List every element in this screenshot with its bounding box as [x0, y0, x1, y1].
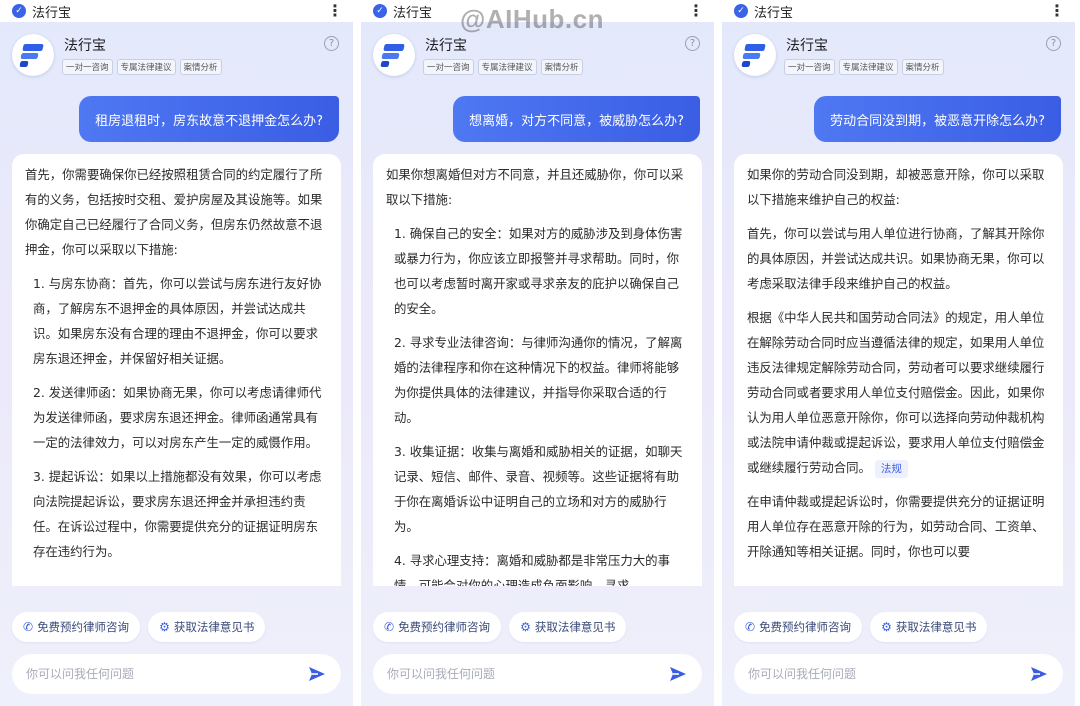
top-bar: ✓ 法行宝 ⋮ — [722, 0, 1075, 22]
legal-opinion-label: 获取法律意见书 — [895, 620, 977, 634]
more-menu-icon[interactable]: ⋮ — [327, 3, 343, 19]
message-input[interactable] — [387, 667, 668, 681]
top-bar-title: 法行宝 — [754, 5, 794, 21]
send-icon[interactable] — [307, 664, 327, 684]
feature-chips: 一对一咨询 专属法律建议 案情分析 — [423, 59, 583, 75]
feature-chips: 一对一咨询 专属法律建议 案情分析 — [784, 59, 944, 75]
legal-opinion-label: 获取法律意见书 — [534, 620, 616, 634]
user-question-bubble: 想离婚，对方不同意，被威胁怎么办? — [453, 96, 700, 142]
top-bar-title: 法行宝 — [393, 5, 433, 21]
legal-opinion-button[interactable]: ⚙ 获取法律意见书 — [870, 612, 988, 642]
app-name: 法行宝 — [425, 38, 467, 54]
document-gear-icon: ⚙ — [159, 620, 170, 634]
chat-area: 法行宝 一对一咨询 专属法律建议 案情分析 ? 想离婚，对方不同意，被威胁怎么办… — [361, 22, 714, 706]
chip-consult: 一对一咨询 — [62, 59, 113, 75]
more-menu-icon[interactable]: ⋮ — [688, 3, 704, 19]
shield-check-icon: ✓ — [373, 4, 387, 18]
chat-panel-2: ✓ 法行宝 ⋮ 法行宝 一对一咨询 专属法律建议 案情分析 ? 想离婚，对方不同… — [361, 0, 714, 706]
legal-opinion-button[interactable]: ⚙ 获取法律意见书 — [148, 612, 266, 642]
answer-paragraph: 2. 寻求专业法律咨询：与律师沟通你的情况，了解离婚的法律程序和你在这种情况下的… — [394, 335, 683, 425]
message-input[interactable] — [26, 667, 307, 681]
message-input-bar — [734, 654, 1063, 694]
chip-consult: 一对一咨询 — [784, 59, 835, 75]
answer-paragraph: 4. 寻求心理支持：离婚和威胁都是非常压力大的事情，可能会对你的心理造成负面影响… — [394, 553, 670, 586]
shield-check-icon: ✓ — [734, 4, 748, 18]
chat-area: 法行宝 一对一咨询 专属法律建议 案情分析 ? 租房退租时，房东故意不退押金怎么… — [0, 22, 353, 706]
top-bar: ✓ 法行宝 ⋮ — [0, 0, 353, 22]
answer-paragraph: 1. 与房东协商：首先，你可以尝试与房东进行友好协商，了解房东不退押金的具体原因… — [33, 276, 322, 366]
phone-icon: ✆ — [384, 620, 395, 634]
bot-header: 法行宝 一对一咨询 专属法律建议 案情分析 ? — [373, 32, 702, 80]
screenshot-collage: ✓ 法行宝 ⋮ 法行宝 一对一咨询 专属法律建议 案情分析 ? 租房退租时，房东… — [0, 0, 1080, 706]
phone-icon: ✆ — [23, 620, 34, 634]
phone-icon: ✆ — [745, 620, 756, 634]
answer-paragraph: 2. 发送律师函：如果协商无果，你可以考虑请律师代为发送律师函，要求房东退还押金… — [33, 385, 322, 450]
legal-opinion-label: 获取法律意见书 — [173, 620, 255, 634]
send-icon[interactable] — [1029, 664, 1049, 684]
answer-paragraph-with-tag: 根据《中华人民共和国劳动合同法》的规定，用人单位在解除劳动合同时应当遵循法律的规… — [747, 305, 1050, 480]
book-lawyer-button[interactable]: ✆ 免费预约律师咨询 — [734, 612, 863, 642]
user-question-bubble: 租房退租时，房东故意不退押金怎么办? — [79, 96, 339, 142]
quick-actions: ✆ 免费预约律师咨询 ⚙ 获取法律意见书 — [373, 612, 627, 642]
answer-paragraph: 首先，你可以尝试与用人单位进行协商，了解其开除你的具体原因，并尝试达成共识。如果… — [747, 226, 1045, 291]
book-lawyer-button[interactable]: ✆ 免费预约律师咨询 — [373, 612, 502, 642]
top-bar-title: 法行宝 — [32, 5, 72, 21]
feature-chips: 一对一咨询 专属法律建议 案情分析 — [62, 59, 222, 75]
book-lawyer-button[interactable]: ✆ 免费预约律师咨询 — [12, 612, 141, 642]
help-icon[interactable]: ? — [685, 36, 700, 51]
help-icon[interactable]: ? — [324, 36, 339, 51]
more-menu-icon[interactable]: ⋮ — [1049, 3, 1065, 19]
chat-panel-1: ✓ 法行宝 ⋮ 法行宝 一对一咨询 专属法律建议 案情分析 ? 租房退租时，房东… — [0, 0, 353, 706]
bot-header: 法行宝 一对一咨询 专属法律建议 案情分析 ? — [12, 32, 341, 80]
chip-case-analysis: 案情分析 — [540, 59, 583, 75]
answer-paragraph-text: 根据《中华人民共和国劳动合同法》的规定，用人单位在解除劳动合同时应当遵循法律的规… — [747, 310, 1045, 475]
quick-actions: ✆ 免费预约律师咨询 ⚙ 获取法律意见书 — [12, 612, 266, 642]
chip-legal-advice: 专属法律建议 — [116, 59, 176, 75]
book-lawyer-label: 免费预约律师咨询 — [759, 620, 852, 634]
quick-actions: ✆ 免费预约律师咨询 ⚙ 获取法律意见书 — [734, 612, 988, 642]
app-name: 法行宝 — [64, 38, 106, 54]
chat-panel-3: ✓ 法行宝 ⋮ 法行宝 一对一咨询 专属法律建议 案情分析 ? 劳动合同没到期，… — [722, 0, 1075, 706]
chat-area: 法行宝 一对一咨询 专属法律建议 案情分析 ? 劳动合同没到期，被恶意开除怎么办… — [722, 22, 1075, 706]
chip-consult: 一对一咨询 — [423, 59, 474, 75]
app-logo-icon — [12, 34, 54, 76]
book-lawyer-label: 免费预约律师咨询 — [37, 620, 130, 634]
answer-paragraph: 1. 确保自己的安全：如果对方的威胁涉及到身体伤害或暴力行为，你应该立即报警并寻… — [394, 226, 683, 316]
send-icon[interactable] — [668, 664, 688, 684]
shield-check-icon: ✓ — [12, 4, 26, 18]
bot-header: 法行宝 一对一咨询 专属法律建议 案情分析 ? — [734, 32, 1063, 80]
legal-opinion-button[interactable]: ⚙ 获取法律意见书 — [509, 612, 627, 642]
book-lawyer-label: 免费预约律师咨询 — [398, 620, 491, 634]
watermark: @AIHub.cn — [460, 4, 604, 34]
law-reference-tag[interactable]: 法规 — [874, 460, 908, 478]
message-input-bar — [373, 654, 702, 694]
chip-case-analysis: 案情分析 — [901, 59, 944, 75]
answer-paragraph: 如果你想离婚但对方不同意，并且还威胁你，你可以采取以下措施: — [386, 167, 684, 207]
chip-legal-advice: 专属法律建议 — [838, 59, 898, 75]
user-question-bubble: 劳动合同没到期，被恶意开除怎么办? — [814, 96, 1061, 142]
app-name: 法行宝 — [786, 38, 828, 54]
bot-answer-card: 如果你的劳动合同没到期，却被恶意开除，你可以采取以下措施来维护自己的权益: 首先… — [734, 154, 1063, 586]
bot-answer-card: 如果你想离婚但对方不同意，并且还威胁你，你可以采取以下措施: 1. 确保自己的安… — [373, 154, 702, 586]
message-input-bar — [12, 654, 341, 694]
document-gear-icon: ⚙ — [881, 620, 892, 634]
answer-paragraph: 首先，你需要确保你已经按照租赁合同的约定履行了所有的义务，包括按时交租、爱护房屋… — [25, 167, 323, 257]
answer-paragraph: 3. 收集证据：收集与离婚和威胁相关的证据，如聊天记录、短信、邮件、录音、视频等… — [394, 444, 683, 534]
message-input[interactable] — [748, 667, 1029, 681]
app-logo-icon — [734, 34, 776, 76]
bot-answer-card: 首先，你需要确保你已经按照租赁合同的约定履行了所有的义务，包括按时交租、爱护房屋… — [12, 154, 341, 586]
answer-paragraph: 如果你的劳动合同没到期，却被恶意开除，你可以采取以下措施来维护自己的权益: — [747, 167, 1045, 207]
document-gear-icon: ⚙ — [520, 620, 531, 634]
chip-legal-advice: 专属法律建议 — [477, 59, 537, 75]
app-logo-icon — [373, 34, 415, 76]
answer-paragraph: 3. 提起诉讼：如果以上措施都没有效果，你可以考虑向法院提起诉讼，要求房东退还押… — [33, 469, 322, 559]
help-icon[interactable]: ? — [1046, 36, 1061, 51]
chip-case-analysis: 案情分析 — [179, 59, 222, 75]
answer-paragraph: 在申请仲裁或提起诉讼时，你需要提供充分的证据证明用人单位存在恶意开除的行为，如劳… — [747, 494, 1045, 559]
